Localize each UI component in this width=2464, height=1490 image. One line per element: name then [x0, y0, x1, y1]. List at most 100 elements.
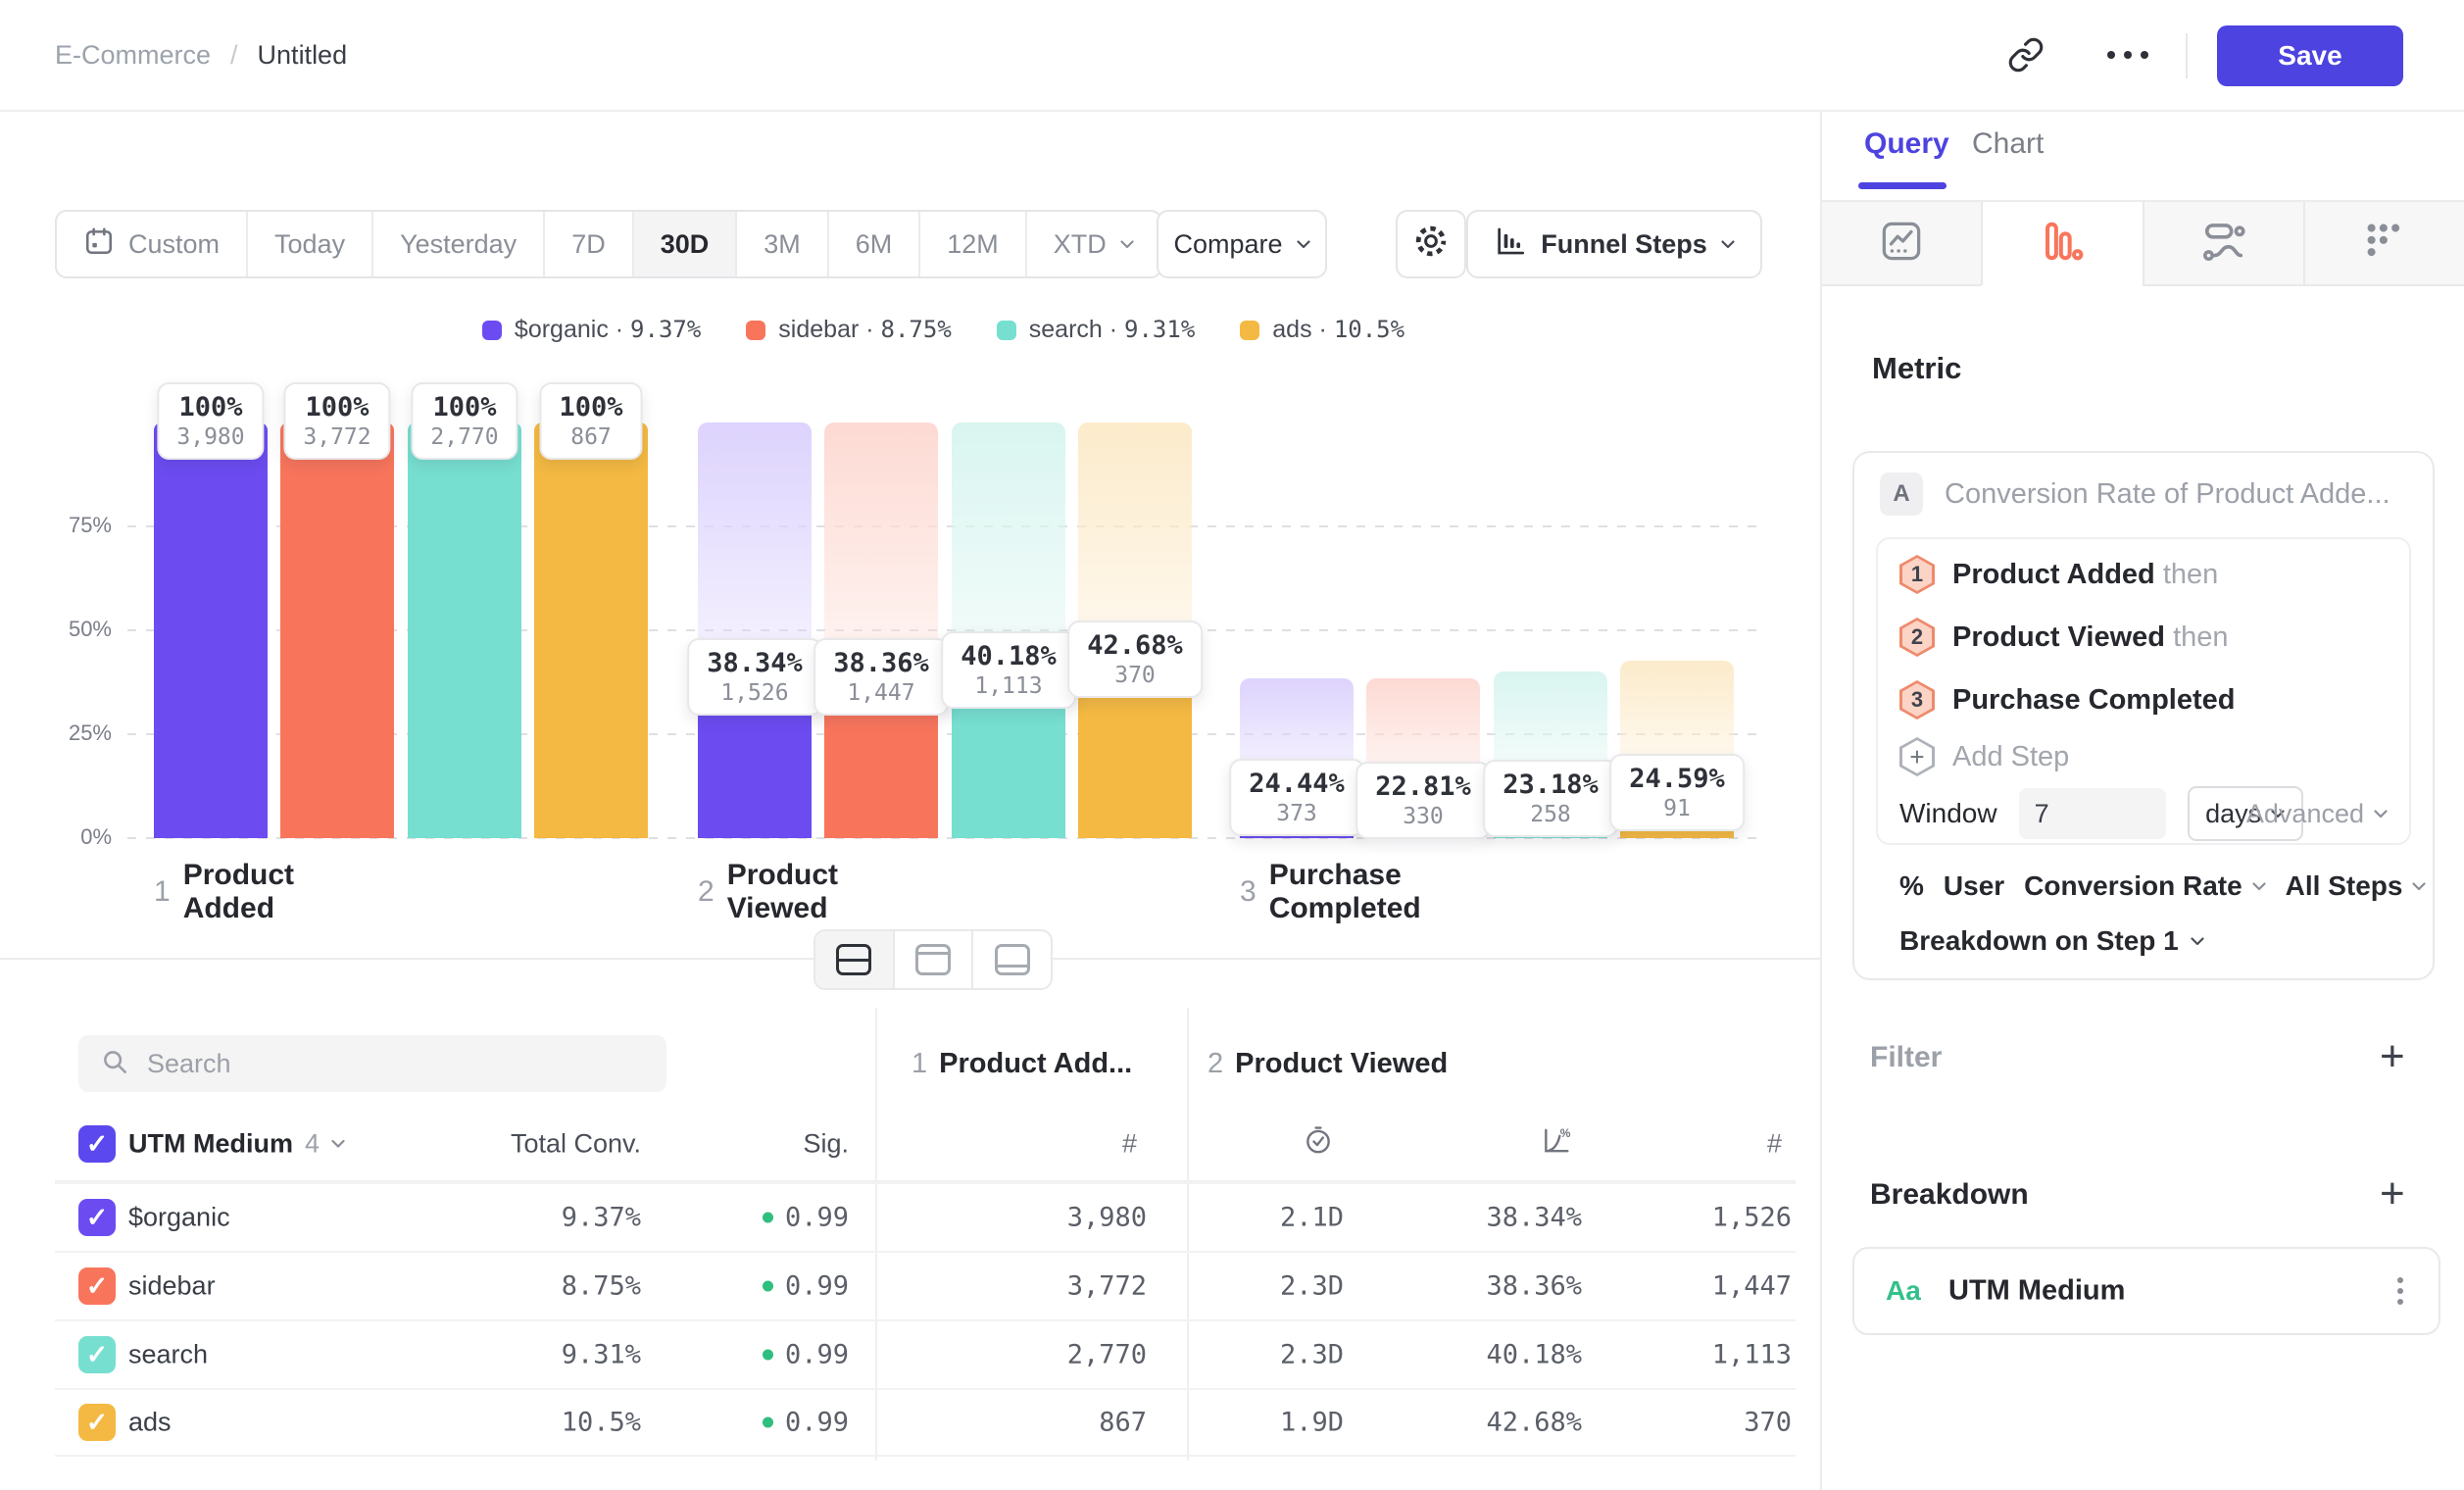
tab-insights-chart[interactable]	[1822, 202, 1981, 286]
row-name: $organic	[128, 1203, 230, 1233]
layout-toggle-group	[813, 929, 1053, 990]
measure-entity[interactable]: User	[1944, 870, 2004, 902]
row-step2-count: 1,113	[1712, 1340, 1792, 1370]
measure-row: % User Conversion Rate All Steps	[1899, 867, 2426, 906]
chevron-down-icon	[2252, 882, 2266, 891]
row-total-conv: 10.5%	[562, 1408, 641, 1438]
measure-metric-dropdown[interactable]: Conversion Rate	[2024, 870, 2266, 902]
split-horizontal-icon	[836, 944, 871, 975]
table-search	[78, 1035, 666, 1092]
advanced-toggle[interactable]: Advanced	[2246, 786, 2388, 841]
group-step-name: Product Add...	[939, 1048, 1132, 1080]
row-checkbox[interactable]: ✓	[78, 1336, 116, 1373]
bar-value-tooltip: 38.34%1,526	[687, 638, 822, 716]
tab-funnel-chart[interactable]	[1981, 202, 2142, 286]
active-tab-underline	[1858, 182, 1947, 189]
row-step1-count: 3,772	[1067, 1271, 1147, 1302]
breakdown-on-dropdown[interactable]: Breakdown on Step 1	[1899, 921, 2204, 961]
bar-value-tooltip: 22.81%330	[1355, 762, 1491, 839]
count-column-icon[interactable]: #	[1767, 1129, 1782, 1160]
breakdown-heading: Breakdown	[1870, 1178, 2029, 1212]
breakdown-item-card[interactable]: Aa UTM Medium	[1852, 1247, 2440, 1335]
row-checkbox[interactable]: ✓	[78, 1199, 116, 1236]
count-column-icon[interactable]: #	[1122, 1129, 1137, 1160]
metric-heading: Metric	[1872, 351, 1961, 386]
share-link-button[interactable]	[2007, 36, 2045, 78]
row-total-conv: 9.37%	[562, 1203, 641, 1233]
layout-split-button[interactable]	[815, 931, 893, 988]
tab-flow-chart[interactable]	[2143, 202, 2303, 286]
step-name: Product Viewed	[1952, 621, 2165, 653]
step-suffix: then	[2163, 559, 2218, 590]
search-input[interactable]	[145, 1048, 619, 1080]
bar-value-tooltip: 42.68%370	[1067, 621, 1203, 698]
select-all-checkbox[interactable]: ✓	[78, 1125, 116, 1163]
add-breakdown-button[interactable]: +	[2380, 1172, 2405, 1216]
table-row-search[interactable]: ✓search9.31%2,7702.3D40.18%1,1130.99	[55, 1319, 1796, 1388]
tab-chart[interactable]: Chart	[1972, 127, 2044, 161]
tab-query[interactable]: Query	[1864, 127, 1949, 161]
row-time-to-convert: 2.1D	[1280, 1203, 1344, 1233]
search-icon	[100, 1047, 129, 1081]
table-group-header-step2: 2 Product Viewed	[1207, 1043, 1448, 1084]
line-chart-icon	[1879, 219, 1924, 269]
measure-steps-dropdown[interactable]: All Steps	[2286, 870, 2427, 902]
row-step2-conv: 38.34%	[1486, 1203, 1582, 1233]
funnel-chart-icon	[2040, 219, 2085, 269]
breakdown-column-header[interactable]: UTM Medium 4	[128, 1129, 345, 1160]
bar-value-tooltip: 38.36%1,447	[813, 638, 949, 716]
table-body: ✓$organic9.37%3,9802.1D38.34%1,5260.99✓s…	[55, 1182, 1796, 1457]
add-step-button[interactable]: + Add Step	[1899, 737, 2069, 776]
flow-chart-icon	[2201, 219, 2246, 269]
header-divider	[2186, 33, 2188, 78]
funnel-bar-organic-step1[interactable]	[154, 422, 268, 838]
kebab-menu-icon[interactable]	[2397, 1277, 2403, 1305]
conversion-rate-icon[interactable]: %	[1541, 1125, 1572, 1164]
total-conv-header[interactable]: Total Conv.	[511, 1129, 641, 1160]
group-step-number: 1	[912, 1048, 927, 1080]
svg-text:%: %	[1560, 1126, 1571, 1140]
panel-top-icon	[915, 944, 951, 975]
funnel-step-row-3[interactable]: 3 Purchase Completed	[1899, 680, 2235, 720]
hexagon-step-badge: 2	[1899, 618, 1935, 657]
table-row-sidebar[interactable]: ✓sidebar8.75%3,7722.3D38.36%1,4470.99	[55, 1251, 1796, 1319]
row-time-to-convert: 1.9D	[1280, 1408, 1344, 1438]
layout-chart-only-button[interactable]	[893, 931, 972, 988]
window-label: Window	[1899, 798, 1997, 829]
funnel-bar-ads-step1[interactable]	[534, 422, 648, 838]
funnel-step-row-1[interactable]: 1 Product Added then	[1899, 555, 2218, 594]
breakdown-on-label: Breakdown on Step 1	[1899, 925, 2179, 957]
table-header-row: ✓ UTM Medium 4 Total Conv. Sig. # % #	[55, 1108, 1796, 1182]
row-step2-count: 1,447	[1712, 1271, 1792, 1302]
row-checkbox[interactable]: ✓	[78, 1404, 116, 1441]
tab-retention-chart[interactable]	[2303, 202, 2464, 286]
row-step2-conv: 40.18%	[1486, 1340, 1582, 1370]
chevron-down-icon	[2374, 810, 2388, 819]
bar-value-tooltip: 24.44%373	[1229, 759, 1364, 836]
window-value-input[interactable]	[2019, 788, 2166, 839]
row-checkbox[interactable]: ✓	[78, 1267, 116, 1305]
add-filter-button[interactable]: +	[2380, 1035, 2405, 1078]
save-button[interactable]: Save	[2217, 25, 2403, 86]
breakdown-item-name: UTM Medium	[1948, 1275, 2125, 1308]
table-row-ads[interactable]: ✓ads10.5%8671.9D42.68%3700.99	[55, 1388, 1796, 1457]
hexagon-step-badge: 3	[1899, 680, 1935, 720]
dots-grid-icon	[2362, 219, 2407, 269]
hexagon-plus-icon: +	[1899, 737, 1935, 776]
metric-title-row[interactable]: A Conversion Rate of Product Adde...	[1880, 472, 2390, 516]
sig-header[interactable]: Sig.	[803, 1129, 849, 1160]
funnel-bar-search-step1[interactable]	[408, 422, 521, 838]
add-step-label: Add Step	[1952, 741, 2069, 773]
y-axis-tick: 50%	[33, 617, 112, 642]
funnel-bar-sidebar-step1[interactable]	[280, 422, 394, 838]
table-row-organic[interactable]: ✓$organic9.37%3,9802.1D38.34%1,5260.99	[55, 1182, 1796, 1251]
layout-table-only-button[interactable]	[971, 931, 1051, 988]
funnel-chart: 75%50%25%0%100%3,98038.34%1,52624.44%373…	[0, 0, 1820, 959]
more-options-button[interactable]	[2107, 51, 2148, 59]
time-to-convert-icon[interactable]	[1303, 1125, 1334, 1164]
funnel-step-row-2[interactable]: 2 Product Viewed then	[1899, 618, 2229, 657]
row-step2-conv: 38.36%	[1486, 1271, 1582, 1302]
chevron-down-icon	[331, 1140, 345, 1149]
row-name: ads	[128, 1408, 172, 1438]
measure-prefix[interactable]: %	[1899, 870, 1924, 902]
